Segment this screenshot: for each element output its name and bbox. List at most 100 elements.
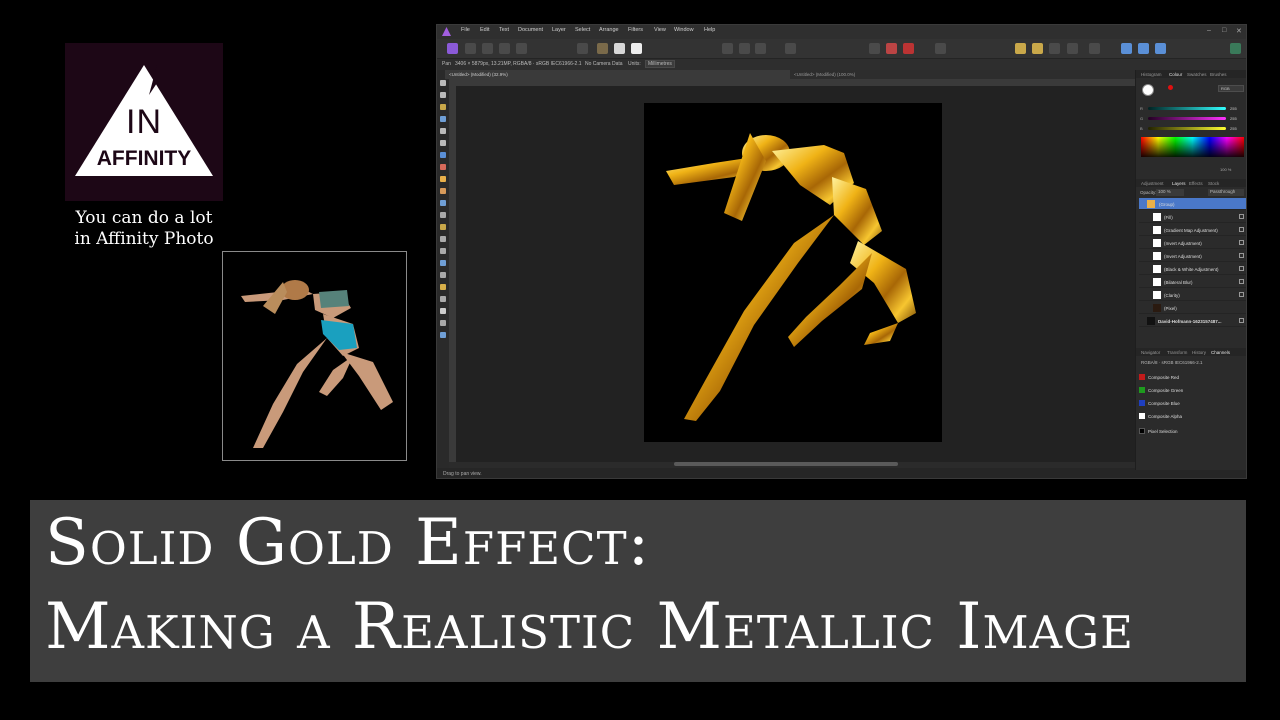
layer-visibility-checkbox[interactable]: [1239, 240, 1244, 245]
tab-colour[interactable]: Colour: [1169, 72, 1182, 77]
slider-value-r[interactable]: 255: [1230, 106, 1237, 111]
erase-brush-icon[interactable]: [440, 188, 446, 194]
layer-row-bilateral-blur[interactable]: (Bilateral Blur): [1139, 276, 1246, 288]
layer-row-gradient-map[interactable]: (Gradient Map Adjustment): [1139, 224, 1246, 236]
layer-visibility-checkbox[interactable]: [1239, 214, 1244, 219]
transform-icon[interactable]: [1067, 43, 1078, 54]
assistant-icon[interactable]: [1121, 43, 1132, 54]
close-icon[interactable]: ✕: [1236, 27, 1242, 35]
auto-white-balance-icon[interactable]: [631, 43, 642, 54]
color-spectrum[interactable]: [1141, 137, 1244, 157]
menu-select[interactable]: Select: [575, 27, 590, 33]
tab-navigator[interactable]: Navigator: [1141, 350, 1160, 355]
channel-row-blue[interactable]: Composite Blue: [1139, 397, 1246, 409]
zoom-tool-icon[interactable]: [440, 332, 446, 338]
layer-row-black-white[interactable]: (Black & White Adjustment): [1139, 263, 1246, 275]
document-tab-2[interactable]: <Untitled> (Modified) (100.0%): [790, 70, 1135, 79]
selection-brush-icon[interactable]: [440, 116, 446, 122]
pencil-tool-icon[interactable]: [440, 284, 446, 290]
fill-tool-icon[interactable]: [440, 176, 446, 182]
layer-visibility-checkbox[interactable]: [1239, 292, 1244, 297]
share-icon[interactable]: [1155, 43, 1166, 54]
clone-tool-icon[interactable]: [440, 212, 446, 218]
tab-transform[interactable]: Transform: [1167, 350, 1187, 355]
tab-effects[interactable]: Effects: [1189, 181, 1203, 186]
layer-row-invert-2[interactable]: (Invert Adjustment): [1139, 250, 1246, 262]
move-tool-icon[interactable]: [440, 80, 446, 86]
layer-visibility-checkbox[interactable]: [1239, 227, 1244, 232]
liquify-persona-icon[interactable]: [465, 43, 476, 54]
menu-layer[interactable]: Layer: [552, 27, 566, 33]
export-persona-icon[interactable]: [516, 43, 527, 54]
slider-value-g[interactable]: 255: [1230, 116, 1237, 121]
layer-row-pixel[interactable]: (Pixel): [1139, 302, 1246, 314]
minimize-icon[interactable]: –: [1207, 27, 1211, 34]
paint-brush-icon[interactable]: [440, 164, 446, 170]
canvas-area[interactable]: [456, 86, 1135, 462]
healing-brush-icon[interactable]: [440, 224, 446, 230]
menu-edit[interactable]: Edit: [480, 27, 489, 33]
quick-mask-icon[interactable]: [785, 43, 796, 54]
layer-visibility-checkbox[interactable]: [1239, 279, 1244, 284]
blur-brush-icon[interactable]: [440, 248, 446, 254]
gradient-tool-icon[interactable]: [440, 320, 446, 326]
tab-channels[interactable]: Channels: [1211, 350, 1230, 355]
fill-stroke-icon[interactable]: [1142, 84, 1154, 96]
channel-row-green[interactable]: Composite Green: [1139, 384, 1246, 396]
layer-visibility-checkbox[interactable]: [1239, 318, 1244, 323]
document-tab-1[interactable]: <Untitled> (Modified) (32.9%): [445, 70, 790, 79]
red-eye-icon[interactable]: [440, 236, 446, 242]
tab-history[interactable]: History: [1192, 350, 1206, 355]
sharpen-brush-icon[interactable]: [440, 260, 446, 266]
auto-levels-icon[interactable]: [577, 43, 588, 54]
text-tool-icon[interactable]: [440, 308, 446, 314]
color-picker-icon[interactable]: [440, 152, 446, 158]
develop-persona-icon[interactable]: [482, 43, 493, 54]
align-icon[interactable]: [1049, 43, 1060, 54]
menu-file[interactable]: File: [461, 27, 470, 33]
flood-select-icon[interactable]: [440, 128, 446, 134]
layer-visibility-checkbox[interactable]: [1239, 253, 1244, 258]
opacity-field[interactable]: 100 %: [1156, 189, 1184, 196]
slider-value-b[interactable]: 255: [1230, 126, 1237, 131]
menu-text[interactable]: Text: [499, 27, 509, 33]
auto-contrast-icon[interactable]: [597, 43, 608, 54]
tab-brushes[interactable]: Brushes: [1210, 72, 1227, 77]
menu-view[interactable]: View: [654, 27, 666, 33]
blend-mode-select[interactable]: Passthrough: [1208, 189, 1244, 196]
layer-row-clarity[interactable]: (Clarity): [1139, 289, 1246, 301]
pen-tool-icon[interactable]: [440, 272, 446, 278]
layer-row-group[interactable]: (Group): [1139, 198, 1246, 210]
document-canvas[interactable]: [644, 103, 942, 442]
crop-tool-icon[interactable]: [440, 104, 446, 110]
slider-g[interactable]: [1148, 117, 1226, 120]
channel-row-red[interactable]: Composite Red: [1139, 371, 1246, 383]
snapping-options-icon[interactable]: [886, 43, 897, 54]
color-picker-toolbar-icon[interactable]: [903, 43, 914, 54]
layer-row-fill[interactable]: (Fill): [1139, 211, 1246, 223]
tone-map-persona-icon[interactable]: [499, 43, 510, 54]
menu-filters[interactable]: Filters: [628, 27, 643, 33]
menu-window[interactable]: Window: [674, 27, 694, 33]
menu-arrange[interactable]: Arrange: [599, 27, 619, 33]
color-model-select[interactable]: RGB: [1218, 85, 1244, 92]
user-account-icon[interactable]: [1230, 43, 1241, 54]
menu-document[interactable]: Document: [518, 27, 543, 33]
maximize-icon[interactable]: □: [1222, 27, 1226, 34]
tab-histogram[interactable]: Histogram: [1141, 72, 1162, 77]
marquee-tool-icon[interactable]: [440, 140, 446, 146]
channel-row-alpha[interactable]: Composite Alpha: [1139, 410, 1246, 422]
selection-mode-icon[interactable]: [722, 43, 733, 54]
channel-row-pixel-selection[interactable]: Pixel Selection: [1139, 425, 1246, 437]
tab-adjustment[interactable]: Adjustment: [1141, 181, 1164, 186]
insert-icon[interactable]: [1089, 43, 1100, 54]
photo-persona-icon[interactable]: [447, 43, 458, 54]
tab-swatches[interactable]: Swatches: [1187, 72, 1207, 77]
color-swatch[interactable]: [1168, 85, 1173, 90]
order-icon[interactable]: [1032, 43, 1043, 54]
tab-stock[interactable]: Stock: [1208, 181, 1219, 186]
macro-icon[interactable]: [1138, 43, 1149, 54]
arrange-icon[interactable]: [1015, 43, 1026, 54]
shape-tool-icon[interactable]: [440, 296, 446, 302]
layer-row-photo[interactable]: David-Hofmann-1623157487...: [1139, 315, 1246, 327]
